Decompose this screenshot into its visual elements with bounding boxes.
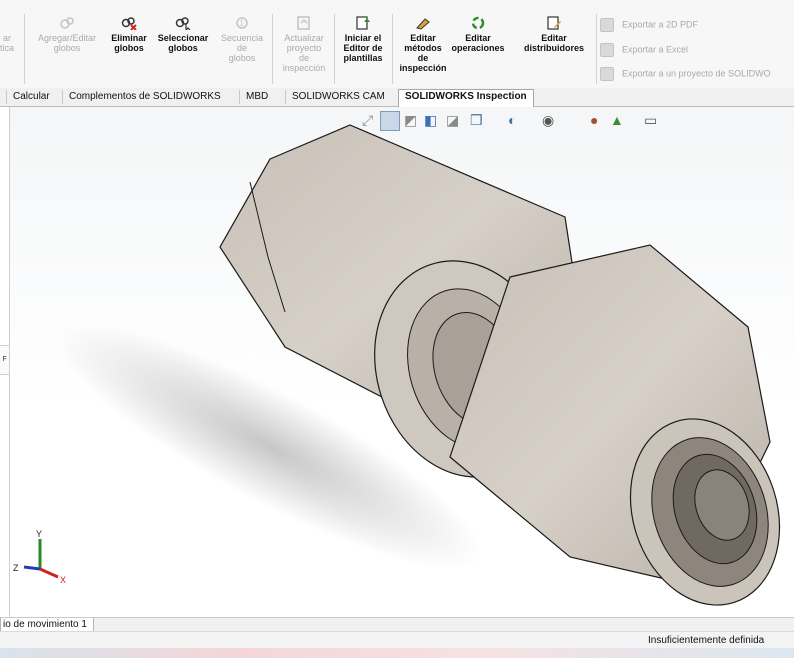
select-balloon-icon (175, 17, 191, 30)
ribbon-button-characteristics[interactable]: ar tica (0, 16, 14, 53)
edit-methods-icon (416, 18, 430, 30)
coordinate-triad: Y X Z (13, 529, 66, 585)
apply-scene-icon[interactable]: ▲ (610, 111, 624, 129)
update-project-icon (297, 16, 310, 30)
pdf-export-icon (600, 18, 614, 32)
graphics-viewport[interactable]: Y X Z ⤢ ◩ ◧ ◪ ❒ ◐ ◉ ● ▲ ▭ (10, 107, 794, 617)
section-view-icon[interactable]: ◧ (424, 111, 437, 129)
hide-show-items-icon[interactable]: ◉ (542, 111, 554, 129)
triad-x-axis (39, 567, 59, 579)
zoom-to-area-icon[interactable] (380, 111, 400, 131)
ribbon-button-edit-distributors[interactable]: Editar distribuidores (514, 16, 594, 53)
display-style-icon[interactable]: ◐ (508, 111, 516, 129)
ribbon-button-label: Agregar/Editar globos (37, 33, 97, 53)
panel-flyout-tab[interactable]: F (0, 345, 10, 375)
ribbon-button-update-inspection-project[interactable]: Actualizar proyecto de inspección (276, 16, 332, 73)
triad-z-axis (23, 565, 41, 571)
view-settings-icon[interactable]: ▭ (644, 111, 657, 129)
dynamic-annotation-icon[interactable]: ◪ (446, 111, 459, 129)
command-manager-ribbon: ar tica Agregar/Editar globos Eliminar g… (0, 0, 794, 89)
triad-z-label: Z (13, 563, 19, 573)
ribbon-button-edit-operations[interactable]: Editar operaciones (442, 16, 514, 53)
ribbon-button-label: Secuencia de globos (220, 33, 264, 63)
characteristics-icon (2, 16, 12, 30)
view-orientation-icon[interactable]: ❒ (470, 111, 483, 129)
ribbon-separator (24, 14, 25, 84)
triad-x-label: X (60, 575, 66, 585)
ribbon-button-label: Seleccionar globos (157, 33, 209, 53)
ribbon-button-label: Iniciar el Editor de plantillas (343, 33, 383, 63)
edit-appearance-icon[interactable]: ● (590, 111, 598, 129)
export-label: Exportar a un proyecto de SOLIDWO (622, 68, 771, 79)
ribbon-button-label: Editar distribuidores (523, 33, 584, 53)
export-label: Exportar a Excel (622, 44, 689, 55)
feature-manager-panel[interactable]: F (0, 107, 10, 617)
ribbon-button-label: Actualizar proyecto de inspección (282, 33, 326, 73)
ribbon-button-select-balloons[interactable]: Seleccionar globos (154, 16, 212, 53)
windows-taskbar (0, 648, 794, 658)
export-label: Exportar a 2D PDF (622, 19, 699, 30)
ribbon-separator (272, 14, 273, 84)
zoom-to-fit-icon[interactable]: ⤢ (362, 111, 373, 129)
export-solidworks-project-button[interactable]: Exportar a un proyecto de SOLIDWO (600, 67, 771, 81)
ribbon-button-delete-balloons[interactable]: Eliminar globos (106, 16, 152, 53)
balloon-sequence-icon: 1 (236, 17, 248, 29)
ribbon-button-template-editor[interactable]: Iniciar el Editor de plantillas (338, 16, 388, 63)
definition-status: Insuficientemente definida (648, 635, 765, 646)
cylindrical-part[interactable] (219, 124, 794, 617)
triad-y-label: Y (36, 529, 42, 539)
ribbon-button-label: Editar operaciones (451, 33, 505, 53)
tab-solidworks-cam[interactable]: SOLIDWORKS CAM (285, 90, 391, 104)
previous-view-icon[interactable]: ◩ (404, 111, 417, 129)
status-bar: Insuficientemente definida (0, 631, 794, 649)
model-view[interactable]: Y X Z (10, 107, 794, 617)
ribbon-separator (334, 14, 335, 84)
delete-balloon-icon (121, 17, 137, 30)
edit-distributors-icon (547, 16, 561, 30)
export-2d-pdf-button[interactable]: Exportar a 2D PDF (600, 18, 698, 32)
tab-complementos[interactable]: Complementos de SOLIDWORKS (62, 90, 227, 104)
project-export-icon (600, 67, 614, 81)
tab-solidworks-inspection[interactable]: SOLIDWORKS Inspection (398, 89, 534, 107)
ribbon-separator (392, 14, 393, 84)
edit-operations-icon (471, 16, 485, 30)
excel-export-icon (600, 43, 614, 57)
template-editor-icon (356, 16, 370, 30)
ribbon-separator (596, 14, 597, 84)
tab-calcular[interactable]: Calcular (6, 90, 56, 104)
tab-mbd[interactable]: MBD (239, 90, 274, 104)
tab-motion-study[interactable]: io de movimiento 1 (0, 618, 94, 632)
ribbon-button-add-edit-balloons[interactable]: Agregar/Editar globos (30, 16, 104, 53)
add-balloon-icon (60, 17, 74, 29)
ribbon-button-balloon-sequence[interactable]: 1 Secuencia de globos (216, 16, 268, 63)
ribbon-button-label: ar tica (0, 33, 15, 53)
ribbon-button-label: Eliminar globos (111, 33, 147, 53)
export-excel-button[interactable]: Exportar a Excel (600, 43, 688, 57)
svg-text:1: 1 (240, 19, 245, 28)
ribbon-button-label: Editar métodos de inspección (399, 33, 447, 73)
command-manager-tabs: Calcular Complementos de SOLIDWORKS MBD … (0, 88, 794, 107)
motion-study-tabs: io de movimiento 1 (0, 617, 794, 632)
